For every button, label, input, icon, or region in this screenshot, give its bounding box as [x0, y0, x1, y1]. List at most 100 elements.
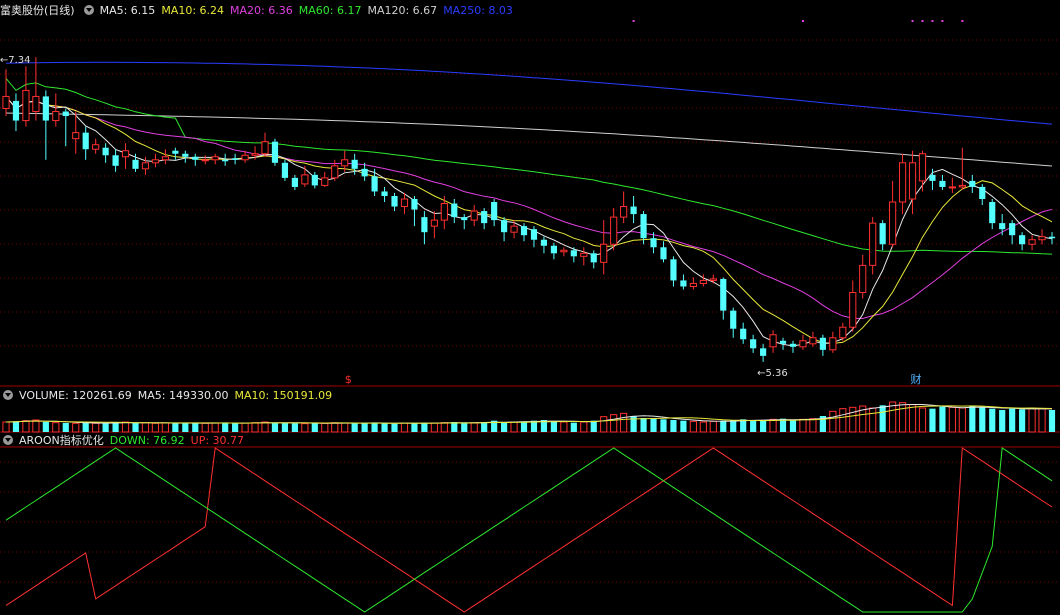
volume-bar	[570, 422, 577, 432]
volume-bar	[341, 422, 349, 433]
candle-body	[271, 141, 279, 163]
volume-bar	[1038, 408, 1046, 433]
volume-bar	[620, 412, 628, 433]
candle-body	[112, 155, 119, 166]
volume-bar	[421, 422, 428, 432]
volume-bar	[948, 406, 956, 433]
volume-legend: VOLUME: 120261.69 MA5: 149330.00 MA10: 150…	[0, 389, 338, 403]
volume-bar	[201, 422, 209, 433]
candle-body	[291, 177, 298, 187]
volume-bar	[750, 420, 757, 432]
candle-body	[869, 222, 877, 266]
candle-body	[908, 162, 917, 200]
aroon-up-line	[5, 447, 1053, 613]
event-marker	[941, 20, 944, 22]
candle-body	[32, 95, 40, 113]
candle-body	[670, 259, 677, 281]
candle-body	[361, 168, 368, 177]
candle-body	[809, 337, 817, 345]
candle-body	[341, 159, 349, 167]
volume-ma10-label: MA10: 150191.09	[234, 389, 333, 402]
volume-bar	[650, 418, 657, 432]
candle-body	[381, 191, 388, 196]
volume-bar	[580, 421, 588, 433]
candle-body	[301, 174, 309, 185]
candle-body	[999, 223, 1006, 230]
indicator-dropdown-icon[interactable]	[83, 5, 94, 15]
candle-body	[979, 186, 986, 199]
volume-bar	[1048, 410, 1056, 432]
ma250-line	[5, 61, 1053, 125]
candle-body	[898, 162, 907, 203]
candle-body	[889, 201, 897, 245]
volume-bar	[898, 402, 907, 433]
candle-body	[1028, 239, 1036, 245]
candle-body	[689, 282, 697, 287]
ma5-label: MA5: 6.15	[99, 4, 156, 17]
candle-body	[102, 147, 109, 156]
candle-body	[141, 162, 150, 170]
candle-body	[1009, 223, 1016, 236]
candle-body	[939, 180, 946, 187]
candle-body	[232, 158, 239, 160]
candle-body	[660, 247, 667, 260]
event-marker	[801, 20, 804, 22]
volume-bar	[789, 420, 797, 432]
volume-bar	[371, 422, 378, 432]
candle-body	[530, 229, 538, 240]
aroon-dropdown-icon[interactable]	[3, 435, 13, 445]
candle-body	[600, 243, 608, 263]
volume-bar	[501, 422, 508, 432]
volume-bar	[411, 423, 418, 432]
candle-body	[1038, 236, 1046, 241]
candle-body	[859, 264, 867, 294]
event-marker	[921, 20, 924, 22]
volume-bar	[351, 423, 358, 432]
volume-bar	[461, 423, 468, 432]
volume-bar	[481, 422, 488, 432]
candle-body	[52, 111, 60, 122]
volume-ma5-label: MA5: 149330.00	[137, 389, 229, 402]
candle-body	[192, 156, 199, 160]
volume-bar	[849, 406, 857, 433]
candle-body	[481, 211, 488, 224]
volume-bar	[670, 420, 677, 432]
candle-body	[740, 328, 747, 340]
volume-bar	[251, 422, 259, 433]
volume-dropdown-icon[interactable]	[3, 390, 13, 400]
chart-canvas[interactable]: ←7.34 ←5.36 $ 财	[0, 0, 1060, 615]
candle-body	[819, 337, 826, 350]
candle-body	[42, 96, 49, 121]
volume-bar	[151, 422, 160, 433]
ma250-label: MA250: 8.03	[443, 4, 513, 17]
candle-body	[789, 343, 797, 347]
volume-bar	[301, 423, 309, 433]
price-low-label: ←5.36	[757, 368, 788, 379]
volume-bar	[760, 420, 767, 432]
candle-body	[570, 250, 577, 257]
candle-body	[610, 216, 618, 245]
candle-body	[451, 203, 458, 218]
volume-bar	[1019, 409, 1026, 432]
candle-body	[779, 340, 787, 344]
candle-body	[151, 159, 160, 164]
volume-bar	[829, 410, 837, 433]
volume-bar	[291, 423, 298, 432]
volume-bar	[520, 421, 528, 432]
volume-bar	[112, 422, 119, 432]
candle-body	[699, 279, 707, 284]
event-marker	[632, 20, 635, 22]
candle-body	[730, 310, 737, 329]
candle-body	[918, 153, 927, 182]
volume-bar	[132, 423, 139, 432]
candle-body	[331, 165, 339, 179]
candle-body	[769, 334, 777, 348]
candle-body	[311, 174, 318, 186]
candle-body	[391, 195, 398, 207]
chart-title: 富奥股份(日线)	[0, 4, 75, 17]
volume-bar	[1009, 408, 1016, 432]
volume-bar	[590, 420, 597, 432]
candle-body	[121, 150, 130, 158]
candle-body	[510, 225, 518, 233]
volume-bar	[769, 418, 777, 433]
